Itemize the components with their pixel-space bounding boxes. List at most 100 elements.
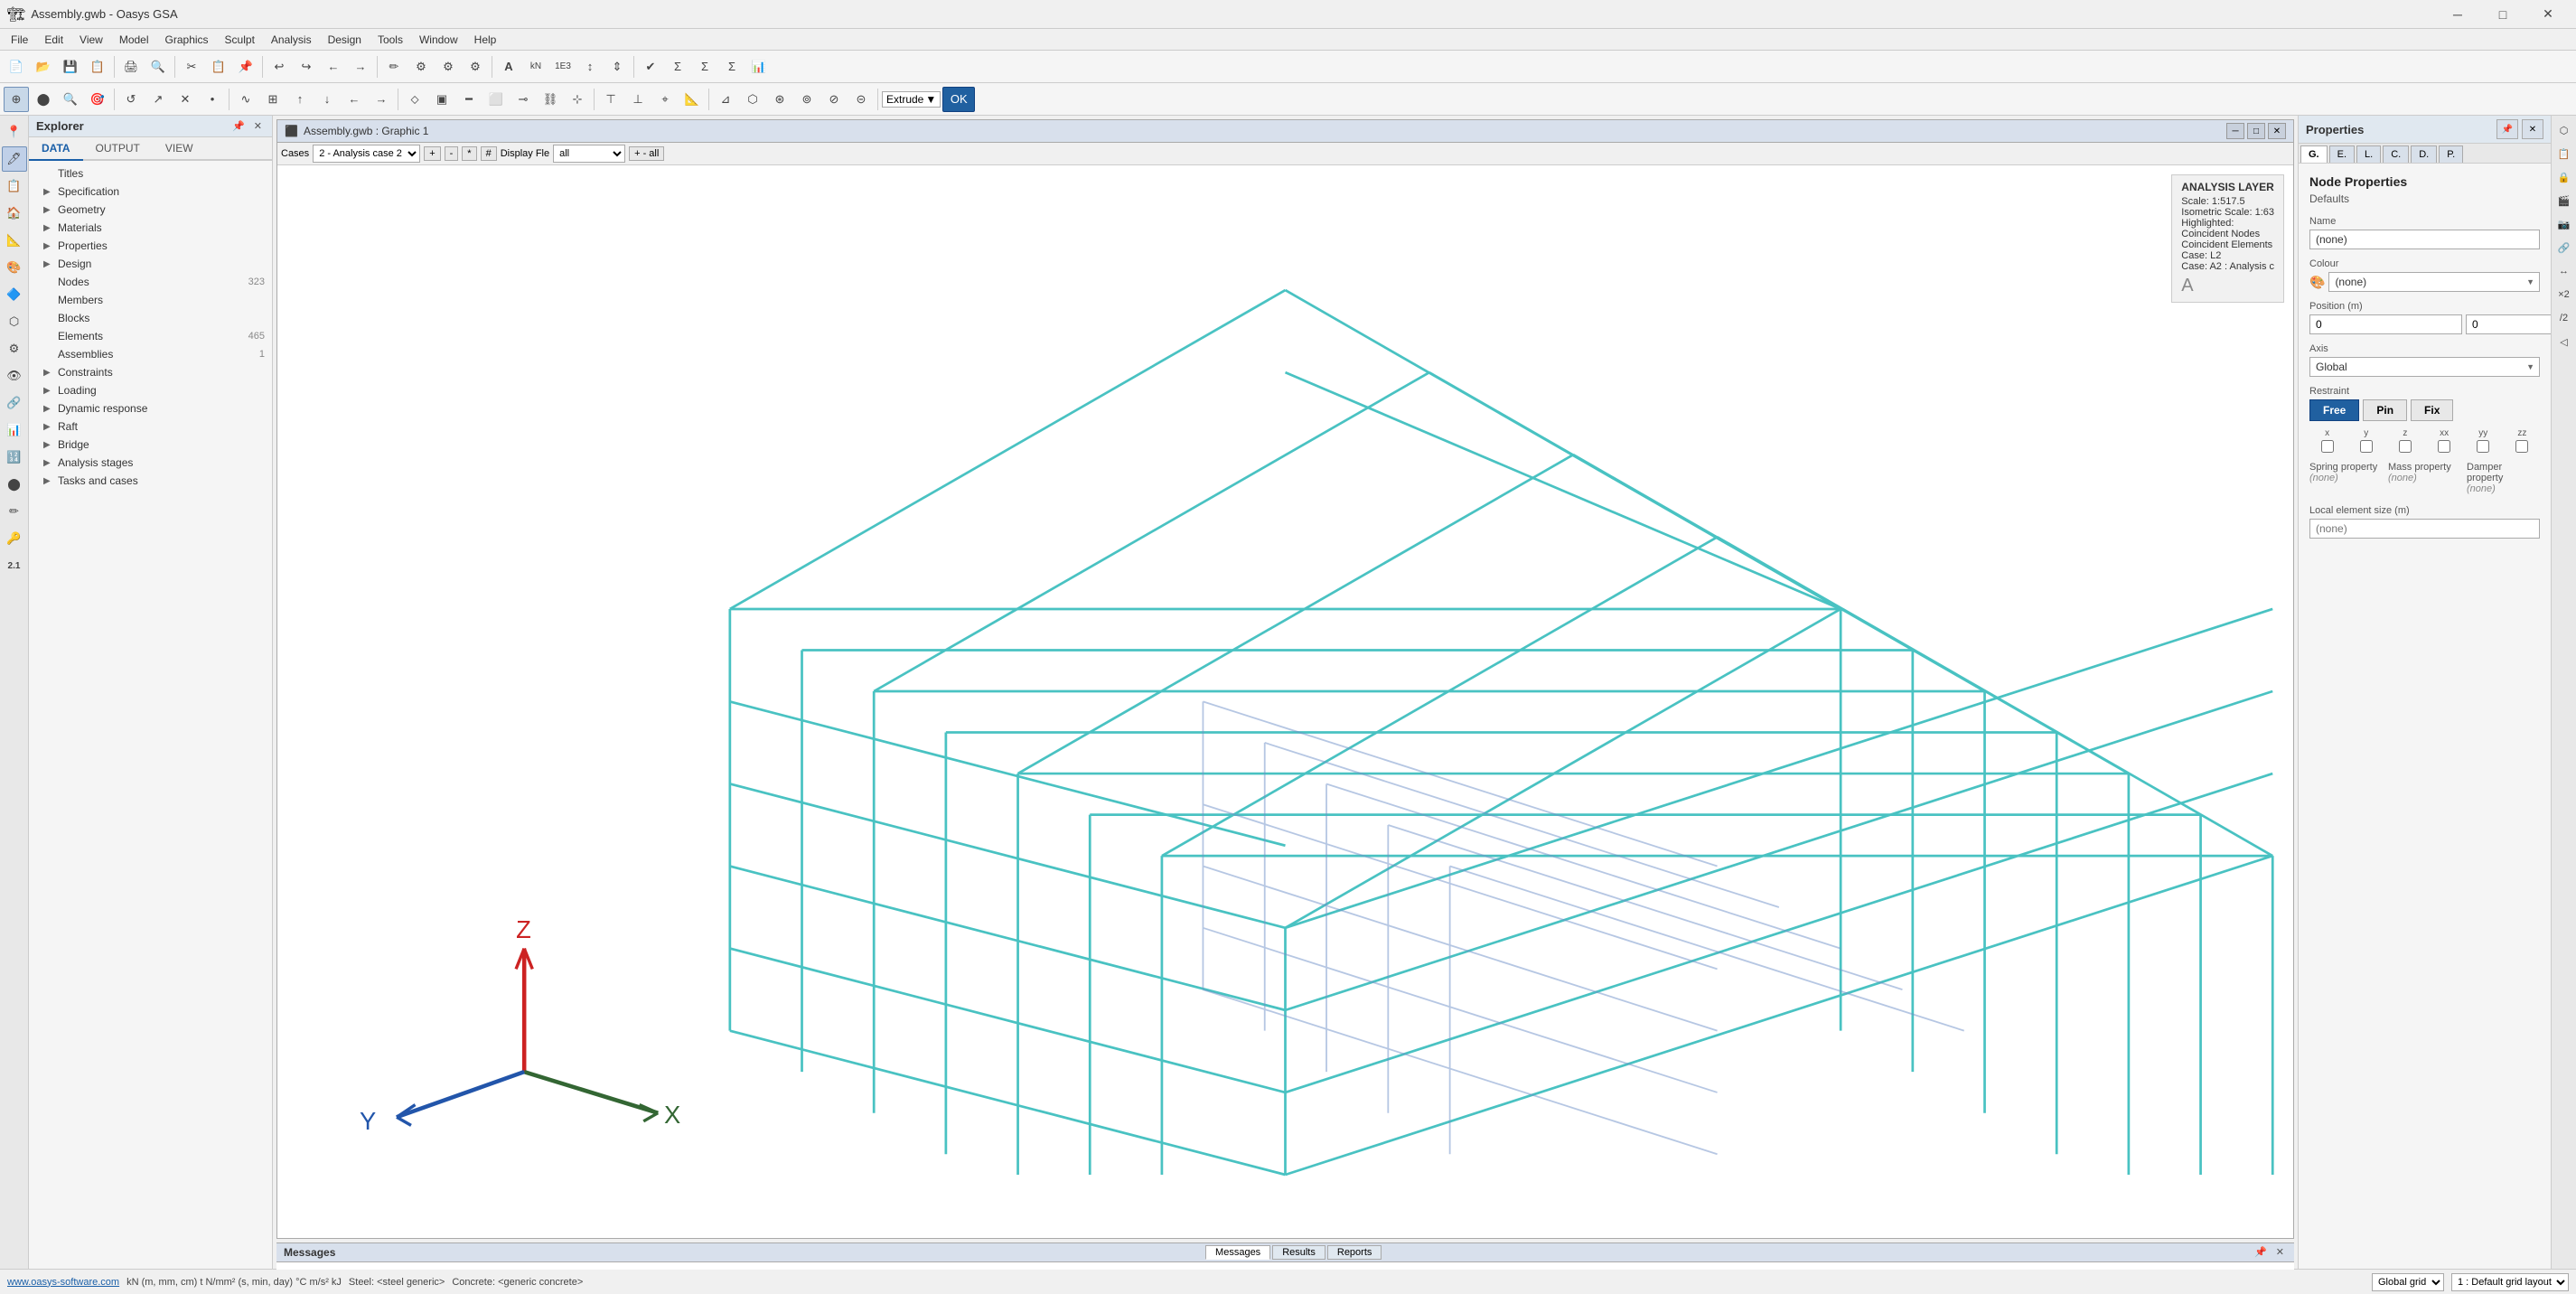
grid-btn[interactable]: ⊞ (260, 87, 286, 112)
colour-select[interactable]: (none) (2328, 272, 2540, 292)
tree-constraints[interactable]: ▶ Constraints (29, 363, 272, 381)
more2-btn[interactable]: ⬡ (740, 87, 765, 112)
spring-btn[interactable]: ⊸ (511, 87, 536, 112)
left-icon-9[interactable]: ⚙ (2, 336, 27, 361)
paste-btn[interactable]: 📌 (233, 54, 258, 80)
analyse-btn[interactable]: ⚙ (408, 54, 434, 80)
left-icon-6[interactable]: 🎨 (2, 255, 27, 280)
sigma3-btn[interactable]: Σ (719, 54, 745, 80)
cases-plus[interactable]: + (424, 146, 440, 161)
right-icon-8[interactable]: ×2 (2553, 284, 2575, 305)
prop-tab-e[interactable]: E. (2329, 145, 2355, 163)
copy-btn[interactable]: 📋 (206, 54, 231, 80)
tree-properties[interactable]: ▶ Properties (29, 237, 272, 255)
position-y[interactable] (2466, 314, 2551, 334)
left-icon-2[interactable]: 🖊 (2, 146, 27, 172)
cases-select[interactable]: 2 - Analysis case 2 (313, 145, 420, 163)
tree-specification[interactable]: ▶ Specification (29, 183, 272, 201)
analyse3-btn[interactable]: ⚙ (463, 54, 488, 80)
dof-x-check[interactable] (2321, 440, 2334, 453)
measure-btn[interactable]: 📐 (679, 87, 705, 112)
extra-btn[interactable]: ⊹ (565, 87, 590, 112)
left-icon-8[interactable]: ⬡ (2, 309, 27, 334)
graphic-minimize[interactable]: ─ (2226, 123, 2244, 139)
save-as-btn[interactable]: 📋 (85, 54, 110, 80)
tree-raft[interactable]: ▶ Raft (29, 417, 272, 436)
arrow1-btn[interactable]: ↗ (145, 87, 171, 112)
prop-close[interactable]: ✕ (2522, 119, 2543, 139)
fit-btn[interactable]: + - all (629, 146, 664, 161)
sigma-btn[interactable]: Σ (665, 54, 690, 80)
down-btn[interactable]: ↓ (314, 87, 340, 112)
snap-btn[interactable]: ⌖ (652, 87, 678, 112)
right-icon-10[interactable]: ◁ (2553, 331, 2575, 352)
more4-btn[interactable]: ⊚ (794, 87, 820, 112)
menu-model[interactable]: Model (112, 32, 156, 48)
prop-tab-g[interactable]: G. (2300, 145, 2328, 163)
dof-xx-check[interactable] (2438, 440, 2450, 453)
right-icon-3[interactable]: 🔒 (2553, 166, 2575, 188)
axis-select[interactable]: Global (2309, 357, 2540, 377)
menu-file[interactable]: File (4, 32, 35, 48)
select-mode-btn[interactable]: ⊕ (4, 87, 29, 112)
up-btn[interactable]: ↑ (287, 87, 313, 112)
cases-minus[interactable]: - (445, 146, 459, 161)
check-btn[interactable]: ✔ (638, 54, 663, 80)
right-icon-7[interactable]: ↔ (2553, 260, 2575, 282)
node-btn[interactable]: ⬦ (402, 87, 427, 112)
left-icon-3[interactable]: 📋 (2, 173, 27, 199)
misc1-btn[interactable]: ↕ (577, 54, 603, 80)
cases-star[interactable]: * (462, 146, 476, 161)
right-icon-2[interactable]: 📋 (2553, 143, 2575, 164)
right-icon-5[interactable]: 📷 (2553, 213, 2575, 235)
right-icon-9[interactable]: /2 (2553, 307, 2575, 329)
explorer-pin[interactable]: 📌 (229, 119, 248, 133)
axis1-btn[interactable]: ⊤ (598, 87, 623, 112)
left-icon-10[interactable]: 👁 (2, 363, 27, 389)
target-btn[interactable]: 🎯 (85, 87, 110, 112)
position-x[interactable] (2309, 314, 2462, 334)
left-icon-1[interactable]: 📍 (2, 119, 27, 145)
more5-btn[interactable]: ⊘ (821, 87, 847, 112)
left-icon-17[interactable]: 2.1 (2, 553, 27, 578)
undo-btn[interactable]: ↩ (267, 54, 292, 80)
prop-tab-l[interactable]: L. (2356, 145, 2381, 163)
rotate-btn[interactable]: ↺ (118, 87, 144, 112)
left-icon-15[interactable]: ✏ (2, 499, 27, 524)
prop-pin[interactable]: 📌 (2496, 119, 2518, 139)
redo-btn[interactable]: ↪ (294, 54, 319, 80)
shell-btn[interactable]: ⬜ (483, 87, 509, 112)
right-icon-1[interactable]: ⬡ (2553, 119, 2575, 141)
tree-blocks[interactable]: Blocks (29, 309, 272, 327)
minimize-button[interactable]: ─ (2437, 0, 2478, 29)
graphic-maximize[interactable]: □ (2247, 123, 2265, 139)
dof-z-check[interactable] (2399, 440, 2412, 453)
right-icon-4[interactable]: 🎬 (2553, 190, 2575, 211)
cut-btn[interactable]: ✂ (179, 54, 204, 80)
dof-y-check[interactable] (2360, 440, 2373, 453)
explorer-close[interactable]: ✕ (251, 119, 265, 133)
left-icon-16[interactable]: 🔑 (2, 526, 27, 551)
right-icon-6[interactable]: 🔗 (2553, 237, 2575, 258)
left-icon-4[interactable]: 🏠 (2, 201, 27, 226)
prop-tab-d[interactable]: D. (2411, 145, 2437, 163)
cases-hash[interactable]: # (481, 146, 497, 161)
forward-btn[interactable]: → (348, 54, 373, 80)
save-btn[interactable]: 💾 (58, 54, 83, 80)
tree-loading[interactable]: ▶ Loading (29, 381, 272, 399)
tree-design[interactable]: ▶ Design (29, 255, 272, 273)
dof-zz-check[interactable] (2515, 440, 2528, 453)
axis2-btn[interactable]: ⊥ (625, 87, 651, 112)
left-icon-12[interactable]: 📊 (2, 417, 27, 443)
status-url[interactable]: www.oasys-software.com (7, 1277, 119, 1288)
graphic-close[interactable]: ✕ (2268, 123, 2286, 139)
restraint-fix[interactable]: Fix (2411, 399, 2453, 421)
tree-bridge[interactable]: ▶ Bridge (29, 436, 272, 454)
text-btn[interactable]: A (496, 54, 521, 80)
left-btn[interactable]: ← (342, 87, 367, 112)
link-btn[interactable]: ⛓ (538, 87, 563, 112)
more1-btn[interactable]: ⊿ (713, 87, 738, 112)
left-icon-14[interactable]: ⬤ (2, 472, 27, 497)
units-btn[interactable]: kN (523, 54, 548, 80)
menu-graphics[interactable]: Graphics (158, 32, 216, 48)
